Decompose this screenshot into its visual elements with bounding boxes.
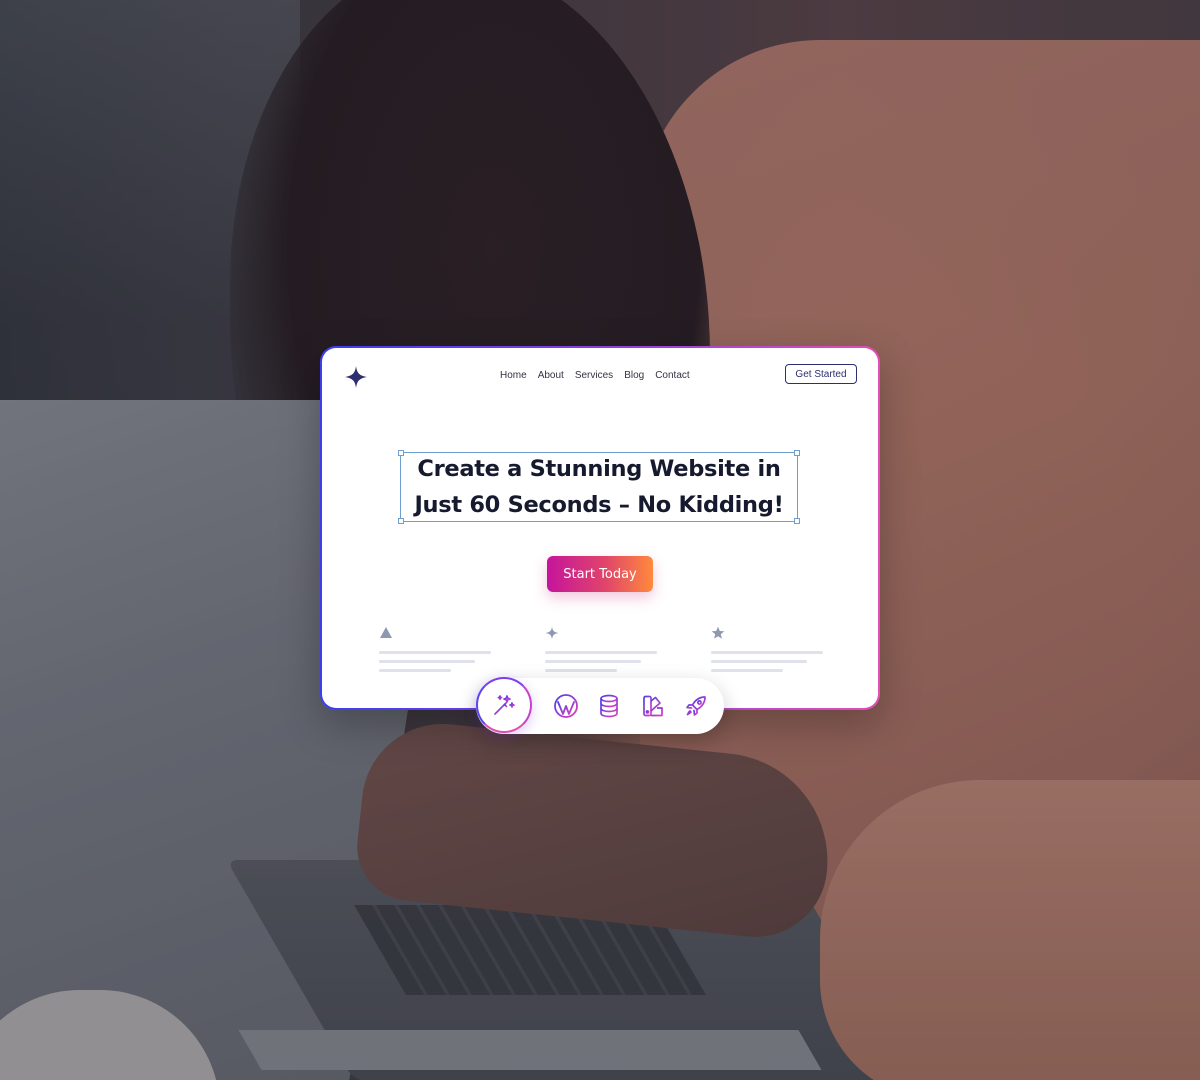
database-icon [600,694,618,718]
nav-link-contact[interactable]: Contact [655,370,689,381]
rocket-icon [686,696,706,716]
website-mockup: Home About Services Blog Contact Get Sta… [322,348,878,708]
feature-card-3 [711,626,826,672]
feature-text-placeholder [711,651,823,654]
nav-link-home[interactable]: Home [500,370,527,381]
nav-link-blog[interactable]: Blog [624,370,644,381]
sparkle-icon [545,626,559,640]
wordpress-icon [554,694,578,718]
feature-text-placeholder [379,651,491,654]
nav-link-about[interactable]: About [538,370,564,381]
feature-text-placeholder [545,669,617,672]
website-mockup-card: Home About Services Blog Contact Get Sta… [320,346,880,710]
feature-text-placeholder [545,651,657,654]
feature-card-2 [545,626,660,672]
feature-text-placeholder [379,669,451,672]
tool-dock [476,677,724,734]
publish-tool[interactable] [682,692,710,720]
feature-text-placeholder [545,660,641,663]
headline-selection-box[interactable]: Create a Stunning Website in Just 60 Sec… [398,450,800,524]
wordpress-tool[interactable] [552,692,580,720]
start-today-button[interactable]: Start Today [547,556,653,592]
resize-handle-top-right[interactable] [794,450,800,456]
database-tool[interactable] [595,692,623,720]
style-tool[interactable] [639,692,667,720]
nav-link-services[interactable]: Services [575,370,613,381]
resize-handle-top-left[interactable] [398,450,404,456]
star-icon [711,626,725,639]
resize-handle-bottom-right[interactable] [794,518,800,524]
feature-text-placeholder [711,660,807,663]
hero-headline-line1: Create a Stunning Website in [417,456,781,482]
magic-wand-icon [494,695,515,715]
feature-text-placeholder [379,660,475,663]
feature-text-placeholder [711,669,783,672]
resize-handle-bottom-left[interactable] [398,518,404,524]
main-nav: Home About Services Blog Contact [500,370,690,381]
feature-card-1 [379,626,494,672]
hero-headline: Create a Stunning Website in Just 60 Sec… [414,451,783,523]
color-swatch-icon [643,695,663,717]
ai-magic-button[interactable] [476,677,532,733]
sparkle-logo-icon[interactable] [344,365,368,389]
get-started-button[interactable]: Get Started [785,364,857,384]
hero-headline-line2: Just 60 Seconds – No Kidding! [414,492,784,518]
triangle-icon [380,627,392,638]
